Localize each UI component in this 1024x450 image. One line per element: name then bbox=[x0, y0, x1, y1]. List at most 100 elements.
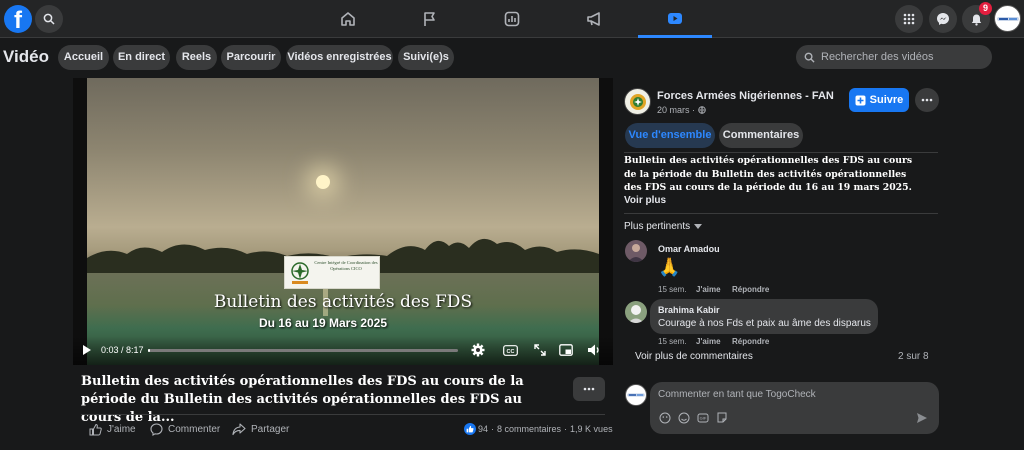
search-placeholder: Rechercher des vidéos bbox=[821, 51, 934, 63]
commenter-avatar[interactable] bbox=[625, 240, 647, 262]
miniplayer-button[interactable] bbox=[558, 343, 574, 357]
svg-text:GIF: GIF bbox=[700, 416, 707, 421]
settings-button[interactable] bbox=[470, 342, 486, 358]
current-user-avatar[interactable] bbox=[625, 384, 647, 406]
comment-button[interactable]: Commenter bbox=[150, 423, 220, 436]
togocheck-logo-icon bbox=[996, 16, 1019, 21]
tab-vue-ensemble[interactable]: Vue d'ensemble bbox=[625, 123, 715, 148]
volume-icon bbox=[588, 344, 599, 356]
captions-icon: CC bbox=[502, 344, 518, 356]
pill-suivis[interactable]: Suivi(e)s bbox=[398, 45, 454, 70]
views-count: 1,9 K vues bbox=[570, 424, 613, 434]
flag-icon bbox=[424, 12, 435, 26]
tab-commentaires[interactable]: Commentaires bbox=[719, 123, 803, 148]
video-search-input[interactable]: Rechercher des vidéos bbox=[796, 45, 992, 69]
comments-count[interactable]: 8 commentaires bbox=[497, 424, 561, 434]
pill-en-direct[interactable]: En direct bbox=[113, 45, 170, 70]
commenter-avatar[interactable] bbox=[625, 301, 647, 323]
progress-fill bbox=[148, 349, 150, 352]
play-icon bbox=[83, 345, 91, 355]
pill-accueil[interactable]: Accueil bbox=[58, 45, 109, 70]
comment-sort-dropdown[interactable]: Plus pertinents bbox=[624, 221, 703, 232]
person-photo-icon bbox=[625, 301, 647, 323]
comment-text: Courage à nos Fds et paix au âme des dis… bbox=[658, 318, 871, 329]
pill-videos-enregistrees[interactable]: Vidéos enregistrées bbox=[286, 45, 393, 70]
megaphone-icon bbox=[587, 12, 600, 26]
reactions-count[interactable]: 94 bbox=[478, 424, 488, 434]
post-date: 20 mars · bbox=[657, 105, 706, 115]
send-icon[interactable] bbox=[916, 412, 928, 424]
post-divider bbox=[81, 414, 605, 415]
page-name[interactable]: Forces Armées Nigériennes - FAN bbox=[657, 90, 834, 102]
gif-icon[interactable]: GIF bbox=[697, 412, 709, 424]
person-photo-icon bbox=[625, 240, 647, 262]
see-more-link[interactable]: Voir plus bbox=[624, 195, 666, 206]
follow-button[interactable]: Suivre bbox=[849, 88, 909, 112]
pill-reels[interactable]: Reels bbox=[176, 45, 217, 70]
post-stats: 94 · 8 commentaires · 1,9 K vues bbox=[464, 423, 613, 435]
comment-age: 15 sem. bbox=[658, 285, 687, 294]
sticker-icon[interactable] bbox=[716, 412, 728, 424]
nav-video[interactable] bbox=[655, 6, 695, 32]
page-avatar[interactable] bbox=[624, 88, 651, 115]
progress-bar[interactable] bbox=[148, 349, 458, 352]
expand-button[interactable] bbox=[533, 343, 547, 357]
emoji-icon[interactable] bbox=[678, 412, 690, 424]
like-button[interactable]: J'aime bbox=[89, 423, 136, 436]
miniplayer-icon bbox=[559, 344, 573, 356]
facebook-logo-icon[interactable]: f bbox=[4, 5, 32, 34]
share-label: Partager bbox=[251, 424, 290, 435]
menu-button[interactable] bbox=[895, 5, 923, 33]
video-overlay-title: Bulletin des activités des FDS bbox=[213, 292, 473, 312]
messenger-button[interactable] bbox=[929, 5, 957, 33]
see-more-comments-link[interactable]: Voir plus de commentaires bbox=[635, 351, 753, 362]
comment-like-button[interactable]: J'aime bbox=[696, 337, 721, 346]
sun-glow bbox=[316, 175, 330, 189]
svg-text:CC: CC bbox=[506, 348, 514, 354]
bell-icon bbox=[971, 14, 981, 26]
search-button[interactable] bbox=[35, 5, 63, 33]
more-dots-icon bbox=[583, 387, 595, 391]
account-avatar[interactable] bbox=[994, 5, 1021, 32]
follow-plus-icon bbox=[855, 95, 866, 105]
share-button[interactable]: Partager bbox=[232, 423, 289, 436]
cico-logo-text: Centre Intégré de Coordination des Opéra… bbox=[314, 260, 378, 271]
avatar-sticker-icon[interactable] bbox=[659, 412, 671, 424]
nav-home[interactable] bbox=[328, 6, 368, 32]
groups-icon bbox=[504, 11, 520, 27]
cico-logo-card: Centre Intégré de Coordination des Opéra… bbox=[284, 256, 380, 289]
gear-icon bbox=[471, 343, 485, 357]
captions-button[interactable]: CC bbox=[502, 343, 518, 357]
cico-emblem-icon bbox=[291, 262, 309, 284]
post-more-button[interactable] bbox=[573, 377, 605, 401]
notification-badge: 9 bbox=[979, 2, 992, 15]
comment-author[interactable]: Omar Amadou bbox=[658, 244, 720, 254]
comments-pager: 2 sur 8 bbox=[898, 351, 929, 362]
nav-ads[interactable] bbox=[574, 6, 614, 32]
compose-placeholder: Commenter en tant que TogoCheck bbox=[658, 389, 816, 400]
pill-parcourir[interactable]: Parcourir bbox=[221, 45, 281, 70]
post-title: Bulletin des activités opérationnelles d… bbox=[81, 374, 524, 425]
comments-divider bbox=[624, 213, 938, 214]
more-dots-icon bbox=[921, 98, 933, 102]
page-title: Vidéo bbox=[3, 47, 49, 66]
like-reaction-icon bbox=[464, 423, 476, 435]
search-icon bbox=[804, 52, 815, 63]
post-description: Bulletin des activités opérationnelles d… bbox=[624, 155, 913, 193]
play-button[interactable] bbox=[81, 343, 93, 357]
volume-button[interactable] bbox=[586, 342, 602, 358]
playback-time: 0:03 / 8:17 bbox=[101, 345, 144, 355]
post-date-text: 20 mars · bbox=[657, 105, 696, 115]
comment-like-button[interactable]: J'aime bbox=[696, 285, 721, 294]
nav-active-indicator bbox=[638, 35, 712, 38]
comment-author[interactable]: Brahima Kabir bbox=[658, 305, 720, 315]
nav-groups[interactable] bbox=[492, 6, 532, 32]
page-more-button[interactable] bbox=[915, 88, 939, 112]
video-icon bbox=[668, 13, 682, 24]
comment-icon bbox=[150, 423, 163, 436]
nav-pages[interactable] bbox=[410, 6, 450, 32]
comment-reply-button[interactable]: Répondre bbox=[732, 337, 769, 346]
comment-reply-button[interactable]: Répondre bbox=[732, 285, 769, 294]
comment-compose-box[interactable]: Commenter en tant que TogoCheck GIF bbox=[650, 382, 939, 434]
fan-emblem-icon bbox=[629, 93, 646, 110]
